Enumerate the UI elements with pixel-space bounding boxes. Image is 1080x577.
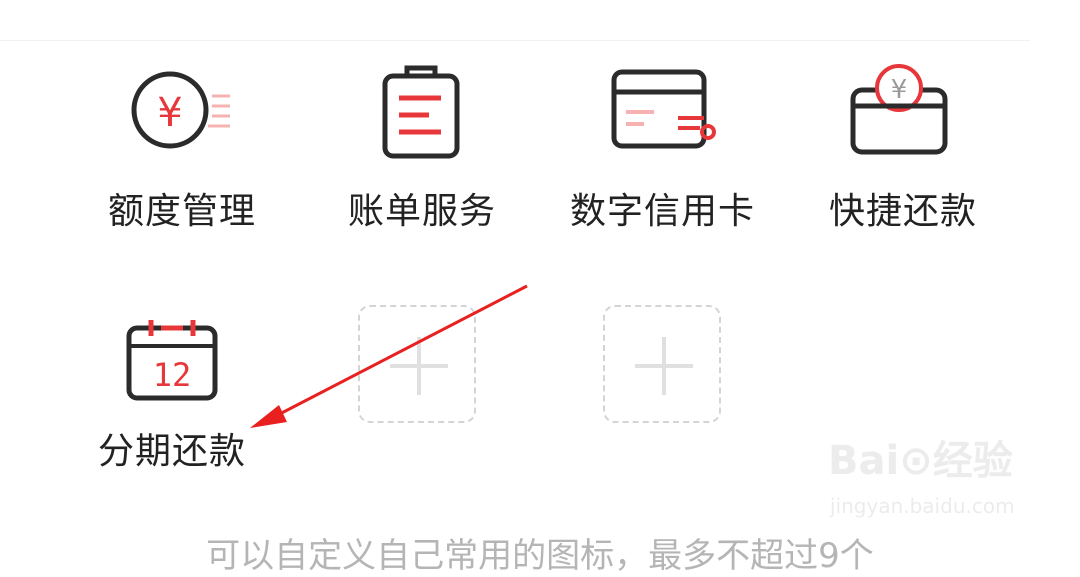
hint-text: 可以自定义自己常用的图标，最多不超过9个 (206, 536, 874, 576)
watermark: Bai⊙经验 jingyan.baidu.com (828, 428, 1028, 523)
watermark-url: jingyan.baidu.com (830, 494, 1015, 518)
watermark-logo: Bai⊙经验 (828, 438, 1013, 484)
